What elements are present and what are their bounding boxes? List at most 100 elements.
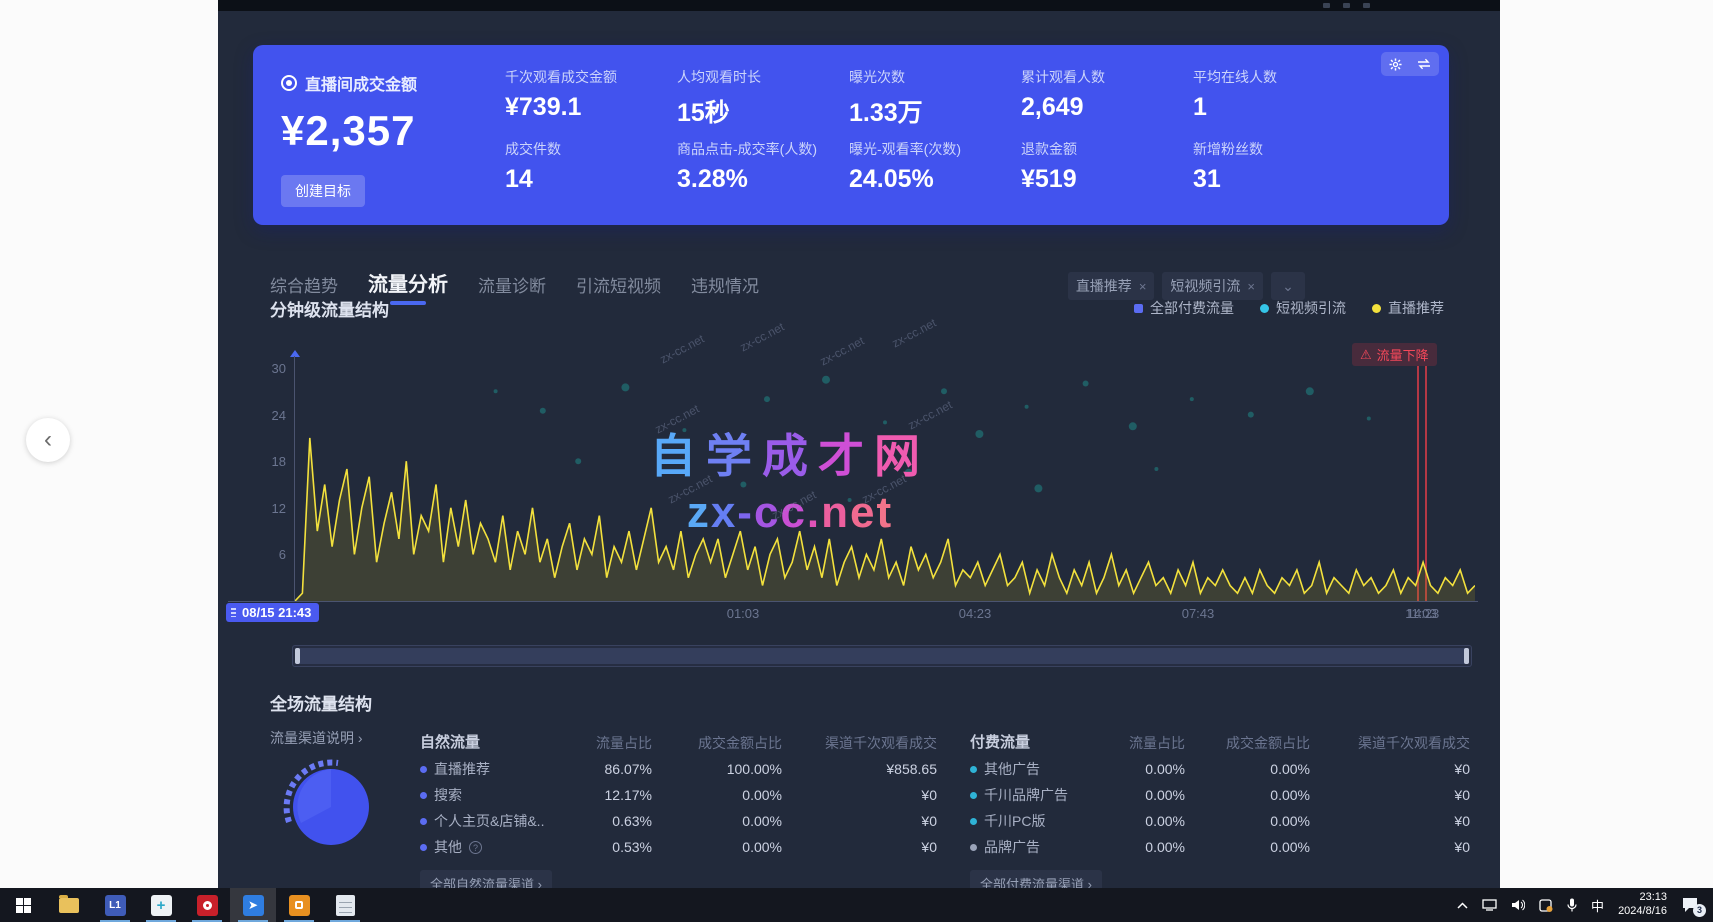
y-tick: 24 [226,408,286,423]
datazoom-handle-right[interactable] [1464,648,1469,664]
table-row[interactable]: 千川PC版 0.00% 0.00% ¥0 [970,808,1470,834]
overall-section-title: 全场流量结构 [270,690,372,715]
target-icon [281,75,297,91]
datazoom-handle-left[interactable] [295,648,300,664]
kpi-main-metric: 直播间成交金额 ¥2,357 创建目标 [281,71,511,207]
tray-date: 2024/8/16 [1618,905,1667,919]
watermark-tile: zx-cc.net [890,316,939,351]
notification-badge: 3 [1693,904,1706,917]
kpi-metrics-grid: 千次观看成交金额 ¥739.1 人均观看时长 15秒 曝光次数 1.33万 累计… [505,67,1425,211]
table-row[interactable]: 搜索 12.17% 0.00% ¥0 [420,782,937,808]
series-bullet [970,792,977,799]
series-bullet [970,844,977,851]
col-header: 自然流量 [420,730,570,756]
kpi-metric: 曝光-观看率(次数) 24.05% [849,139,1021,211]
kpi-metric: 曝光次数 1.33万 [849,67,1021,139]
player-prev-button[interactable]: ‹ [26,418,70,462]
channel-note-link[interactable]: 流量渠道说明 › [270,728,363,748]
kpi-metric: 商品点击-成交率(人数) 3.28% [677,139,849,211]
traffic-pie-chart [276,752,386,862]
tray-time: 23:13 [1618,891,1667,905]
tab-short-video[interactable]: 引流短视频 [576,272,661,305]
taskbar-app-browser[interactable]: ➤ [230,888,276,922]
filter-chip-short-video[interactable]: 短视频引流 × [1162,272,1263,300]
y-axis-arrow [290,350,300,357]
legend-short-video[interactable]: 短视频引流 [1260,298,1346,318]
volume-icon[interactable] [1511,899,1525,911]
traffic-drop-alert[interactable]: ⚠ 流量下降 [1352,343,1437,366]
taskbar-app-opera[interactable] [184,888,230,922]
datazoom-slider[interactable] [292,645,1472,667]
table-row[interactable]: 其他广告 0.00% 0.00% ¥0 [970,756,1470,782]
col-header: 付费流量 [970,730,1120,756]
kpi-metric: 千次观看成交金额 ¥739.1 [505,67,677,139]
orange-app-icon [289,895,310,916]
kpi-metric: 退款金额 ¥519 [1021,139,1193,211]
table-row[interactable]: 千川品牌广告 0.00% 0.00% ¥0 [970,782,1470,808]
notification-icon[interactable]: 3 [1681,897,1699,913]
tray-chevron-up-icon[interactable] [1457,902,1468,909]
help-icon[interactable]: ? [469,841,482,854]
legend-live-recommend[interactable]: 直播推荐 [1372,298,1444,318]
filter-chip-live-recommend[interactable]: 直播推荐 × [1068,272,1155,300]
kpi-metric: 人均观看时长 15秒 [677,67,849,139]
gear-icon[interactable] [1389,58,1402,71]
kpi-metric: 新增粉丝数 31 [1193,139,1365,211]
network-icon[interactable] [1482,899,1497,911]
col-header: 渠道千次观看成交 [1310,730,1470,756]
close-icon[interactable]: × [1247,279,1255,294]
series-bullet [420,818,427,825]
table-row[interactable]: 品牌广告 0.00% 0.00% ¥0 [970,834,1470,860]
taskbar-file-explorer[interactable] [46,888,92,922]
col-header: 流量占比 [1120,730,1185,756]
datazoom-start-label[interactable]: 08/15 21:43 [226,603,319,622]
ime-indicator[interactable]: 中 [1591,896,1604,915]
top-bar-icon [1343,3,1350,8]
natural-traffic-table: 自然流量 流量占比 成交金额占比 渠道千次观看成交 直播推荐 86.07% 10… [420,730,937,897]
watermark-tile: zx-cc.net [818,334,867,369]
l1-app-icon: L1 [105,895,126,916]
taskbar-app-plus[interactable]: + [138,888,184,922]
taskbar-app-l1[interactable]: L1 [92,888,138,922]
table-row[interactable]: 个人主页&店铺&.. 0.63% 0.00% ¥0 [420,808,937,834]
swap-icon[interactable] [1417,58,1431,70]
create-goal-button[interactable]: 创建目标 [281,175,365,207]
taskbar-app-orange[interactable] [276,888,322,922]
kpi-metric: 累计观看人数 2,649 [1021,67,1193,139]
x-axis [228,601,1478,602]
plus-app-icon: + [151,895,172,916]
kpi-toolbar [1381,52,1439,76]
tab-violations[interactable]: 违规情况 [691,272,759,305]
close-icon[interactable]: × [1139,279,1147,294]
windows-icon [16,898,31,913]
folder-icon [59,898,79,913]
kpi-panel: 直播间成交金额 ¥2,357 创建目标 千次观看成交金额 ¥739.1 人均观看… [253,45,1449,225]
top-bar-icon [1363,3,1370,8]
app-tray-icon[interactable] [1539,899,1553,912]
legend-marker [1372,304,1381,313]
x-tick: 07:43 [1163,606,1233,621]
minute-traffic-chart[interactable] [295,368,1475,601]
series-bullet [420,766,427,773]
microphone-icon[interactable] [1567,898,1577,912]
windows-taskbar: L1 + ➤ 中 23:13 [0,888,1713,922]
series-bullet [970,766,977,773]
minute-chart-title: 分钟级流量结构 [270,296,389,321]
table-row[interactable]: 其他? 0.53% 0.00% ¥0 [420,834,937,860]
tab-traffic-diagnosis[interactable]: 流量诊断 [478,272,546,305]
col-header: 渠道千次观看成交 [782,730,937,756]
legend-paid-traffic[interactable]: 全部付费流量 [1134,298,1234,318]
tray-clock[interactable]: 23:13 2024/8/16 [1618,891,1667,919]
warning-icon: ⚠ [1360,347,1372,363]
datazoom-range[interactable] [297,648,1467,664]
col-header: 成交金额占比 [1185,730,1310,756]
taskbar-app-notepad[interactable] [322,888,368,922]
notepad-icon [336,895,355,916]
table-row[interactable]: 直播推荐 86.07% 100.00% ¥858.65 [420,756,937,782]
cursor-app-icon: ➤ [243,895,264,916]
kpi-metric: 平均在线人数 1 [1193,67,1365,139]
filter-dropdown[interactable]: ⌄ [1271,272,1305,300]
y-tick: 6 [226,547,286,562]
legend-marker [1134,304,1143,313]
start-button[interactable] [0,888,46,922]
